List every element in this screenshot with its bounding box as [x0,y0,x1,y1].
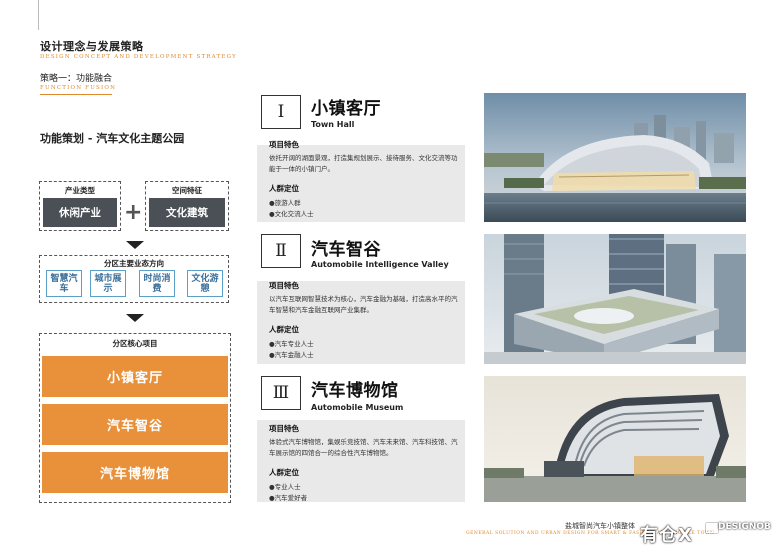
industry-box: 产业类型 休闲产业 [39,181,121,231]
core-label: 分区核心项目 [112,339,158,348]
industry-label: 产业类型 [65,186,95,195]
crowd-item: ●文化交流人士 [269,210,314,218]
crowd-item: ●旅游人群 [269,199,301,207]
page-subtitle-en: FUNCTION FUSION [40,85,117,91]
arrow-down-icon [126,314,144,322]
crowd-item: ●专业人士 [269,483,301,491]
section-title: 功能策划 - 汽车文化主题公园 [40,132,185,145]
feature-text: 依托开阔的湖面景观，打造集规划展示、接待服务、文化交流等功能于一体的小镇门户。 [269,154,458,173]
intelligence-valley-render-image [484,234,746,364]
header-vertical-line [38,0,39,30]
crowd-item: ●汽车爱好者 [269,494,308,502]
page-title: 设计理念与发展策略 [40,40,144,53]
footer-text: 盐城智尚汽车小镇整体 [565,522,635,530]
crowd-item: ●汽车专业人士 [269,340,314,348]
numeral-box: Ⅱ [261,234,301,268]
core-project-tile: 小镇客厅 [42,356,228,397]
feature-text: 以汽车互联网智慧技术为核心，汽车金融为基础，打造高水平的汽车智慧和汽车金融互联网… [269,295,458,314]
core-project-tile: 汽车博物馆 [42,452,228,493]
industry-value: 休闲产业 [43,198,117,227]
town-hall-render-image [484,93,746,222]
panel-title: 小镇客厅 [311,99,381,119]
panel-title-en: Automobile Intelligence Valley [311,260,449,269]
watermark-brand: DESIGNOB [718,522,771,532]
page-title-en: DESIGN CONCEPT AND DEVELOPMENT STRATEGY [40,54,237,60]
numeral-box: Ⅰ [261,95,301,129]
space-box: 空间特征 文化建筑 [145,181,229,231]
header-accent-line [40,94,112,95]
crowd-heading: 人群定位 [269,325,299,334]
watermark-text: 有仓X [640,525,693,546]
feature-heading: 项目特色 [269,424,299,433]
panel-title-en: Town Hall [311,120,355,129]
panel-title: 汽车智谷 [311,240,381,260]
space-value: 文化建筑 [149,198,225,227]
panel-title-en: Automobile Museum [311,403,404,412]
format-tile: 文化游憩 [187,270,223,297]
panel-title: 汽车博物馆 [311,381,399,401]
arrow-down-icon [126,241,144,249]
crowd-heading: 人群定位 [269,468,299,477]
format-tile: 智慧汽车 [46,270,82,297]
page-subtitle: 策略一：功能融合 [40,74,113,84]
watermark-logo-icon [706,523,718,533]
feature-text: 体验式汽车博物馆，集娱乐竞技馆、汽车未来馆、汽车科技馆、汽车展示馆的四馆合一的综… [269,438,458,457]
format-tile: 时尚消费 [139,270,175,297]
format-tile: 城市展示 [90,270,126,297]
core-project-tile: 汽车智谷 [42,404,228,445]
formats-label: 分区主要业态方向 [104,259,164,268]
feature-heading: 项目特色 [269,281,299,290]
space-label: 空间特征 [172,186,202,195]
crowd-heading: 人群定位 [269,184,299,193]
plus-sign: + [124,200,143,225]
feature-heading: 项目特色 [269,140,299,149]
crowd-item: ●汽车金融人士 [269,351,314,359]
museum-render-image [484,376,746,502]
numeral-box: Ⅲ [261,376,301,410]
